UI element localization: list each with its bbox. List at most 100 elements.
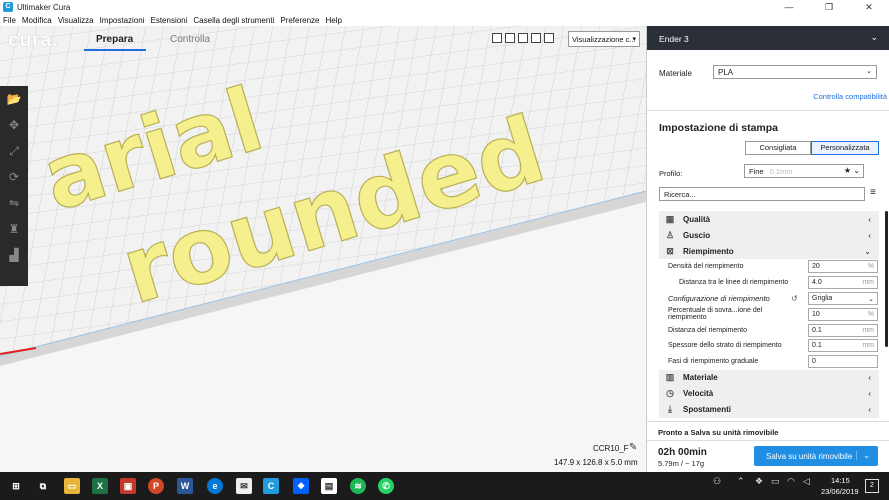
category-quality[interactable]: ▦ Qualità ‹ [659, 211, 879, 227]
support-blocker-icon[interactable]: ▟ [0, 242, 28, 268]
clock-time[interactable]: 14:15 [831, 476, 850, 485]
task-view-icon[interactable]: ⧉ [35, 478, 51, 494]
per-model-settings-icon[interactable]: ♜ [0, 216, 28, 242]
3d-view-icon[interactable] [492, 33, 502, 43]
cura-logo: cura. [8, 30, 59, 51]
gradual-infill-steps-field[interactable]: 0 [808, 355, 878, 369]
settings-list: ▦ Qualità ‹ ♙ Guscio ‹ ⊠ Riempimento ⌄ D… [659, 211, 879, 418]
category-infill[interactable]: ⊠ Riempimento ⌄ [659, 243, 879, 259]
menu-settings[interactable]: Impostazioni [100, 16, 145, 25]
tab-prepare[interactable]: Prepara [96, 34, 133, 45]
setting-infill-wipe-distance: Distanza del riempimento 0.1 mm [659, 322, 879, 338]
title-bar: C Ultimaker Cura — ❐ ✕ [0, 0, 889, 14]
dropbox-tray-icon[interactable]: ❖ [755, 476, 763, 487]
infill-density-field[interactable]: 20% [808, 260, 878, 274]
chevron-up-icon[interactable]: ⌃ [737, 476, 745, 487]
menu-help[interactable]: Help [325, 16, 341, 25]
setting-infill-pattern: Configurazione di riempimento ↺ Griglia ⌄ [659, 291, 879, 307]
quality-icon: ▦ [665, 213, 675, 224]
word-icon[interactable]: W [177, 478, 193, 494]
material-usage: 5.79m / ~ 17g [658, 459, 705, 468]
check-compatibility-link[interactable]: Controlla compatibilità [813, 92, 887, 101]
travel-icon: ⤓ [668, 404, 672, 415]
category-speed[interactable]: ◷ Velocità ‹ [659, 385, 879, 402]
front-view-icon[interactable] [505, 33, 515, 43]
settings-search-input[interactable]: Ricerca... [659, 187, 865, 201]
tab-monitor[interactable]: Controlla [170, 34, 210, 45]
setting-infill-layer-thickness: Spessore dello strato di riempimento 0.1… [659, 338, 879, 354]
minimize-button[interactable]: — [769, 0, 809, 14]
printer-selector[interactable]: Ender 3 ⌄ [647, 26, 889, 50]
menu-preferences[interactable]: Preferenze [280, 16, 319, 25]
camera-view-buttons [492, 33, 554, 43]
mail-icon[interactable]: ✉ [236, 478, 252, 494]
people-icon[interactable]: ⚇ [713, 476, 721, 487]
view-type-select[interactable]: Visualizzazione c... ▾ [568, 31, 640, 47]
file-explorer-icon[interactable]: ▭ [64, 478, 80, 494]
scale-tool-icon[interactable]: ⤢ [0, 138, 28, 164]
infill-icon: ⊠ [666, 245, 674, 256]
menu-view[interactable]: Visualizza [58, 16, 94, 25]
category-shell[interactable]: ♙ Guscio ‹ [659, 227, 879, 243]
custom-mode-button[interactable]: Personalizzata [811, 141, 879, 155]
settings-scrollbar[interactable] [885, 211, 888, 347]
gift-app-icon[interactable]: ▣ [120, 478, 136, 494]
infill-line-distance-field[interactable]: 4.0 mm [808, 276, 878, 290]
excel-icon[interactable]: X [92, 478, 108, 494]
close-button[interactable]: ✕ [849, 0, 889, 14]
category-travel[interactable]: ⤓ Spostamenti ‹ [659, 401, 879, 418]
left-view-icon[interactable] [531, 33, 541, 43]
infill-overlap-field[interactable]: 10% [808, 307, 878, 321]
menu-bar: File Modifica Visualizza Impostazioni Es… [0, 14, 889, 26]
chevron-down-icon[interactable]: ⌄ [856, 451, 870, 460]
open-file-icon[interactable]: 📂 [0, 86, 28, 112]
cura-taskbar-icon[interactable]: C [263, 478, 279, 494]
rotate-tool-icon[interactable]: ⟳ [0, 164, 28, 190]
settings-menu-icon[interactable]: ≡ [870, 187, 876, 198]
chevron-down-icon: ⌄ [866, 68, 872, 75]
top-view-icon[interactable] [518, 33, 528, 43]
spotify-icon[interactable]: ≋ [350, 478, 366, 494]
print-setup-title: Impostazione di stampa [659, 122, 779, 134]
star-icon: ★ [843, 166, 852, 175]
edge-icon[interactable]: e [207, 478, 223, 494]
clock-date[interactable]: 23/06/2019 [821, 487, 859, 496]
chevron-left-icon: ‹ [868, 230, 871, 240]
notifications-icon[interactable]: 2 [865, 479, 879, 493]
recommended-mode-button[interactable]: Consigliata [745, 141, 811, 155]
wifi-icon[interactable]: ◠ [787, 476, 795, 487]
setting-infill-line-distance: Distanza tra le linee di riempimento 4.0… [659, 275, 879, 291]
infill-wipe-distance-field[interactable]: 0.1 mm [808, 323, 878, 337]
windows-start-icon[interactable]: ⊞ [8, 478, 24, 494]
infill-pattern-select[interactable]: Griglia ⌄ [808, 291, 878, 305]
mirror-tool-icon[interactable]: ⇋ [0, 190, 28, 216]
cura-app-icon: C [3, 2, 13, 12]
chevron-down-icon: ⌄ [853, 166, 860, 175]
slice-status-text: Pronto a Salva su unità rimovibile [658, 428, 779, 437]
menu-extensions[interactable]: Estensioni [150, 16, 187, 25]
powerpoint-icon[interactable]: P [148, 478, 164, 494]
edit-name-icon[interactable]: ✎ [629, 442, 637, 453]
move-tool-icon[interactable]: ✥ [0, 112, 28, 138]
build-plate-scene: arial rounded [0, 26, 646, 472]
menu-toolbox[interactable]: Casella degli strumenti [193, 16, 274, 25]
maximize-button[interactable]: ❐ [809, 0, 849, 14]
material-select[interactable]: PLA ⌄ [713, 65, 877, 79]
whatsapp-icon[interactable]: ✆ [378, 478, 394, 494]
menu-edit[interactable]: Modifica [22, 16, 52, 25]
volume-icon[interactable]: ◁ [803, 476, 810, 487]
category-material[interactable]: ▥ Materiale ‹ [659, 369, 879, 386]
print-time: 02h 00min [658, 447, 707, 458]
dropbox-icon[interactable]: ❖ [293, 478, 309, 494]
windows-taskbar: ⊞ ⧉ ▭ X ▣ P W e ✉ C ❖ ▤ ≋ ✆ ⚇ ⌃ ❖ ▭ ◠ ◁ … [0, 472, 889, 500]
infill-layer-thickness-field[interactable]: 0.1 mm [808, 339, 878, 353]
right-view-icon[interactable] [544, 33, 554, 43]
reset-icon[interactable]: ↺ [791, 294, 798, 303]
chevron-left-icon: ‹ [868, 389, 871, 399]
menu-file[interactable]: File [3, 16, 16, 25]
document-icon[interactable]: ▤ [321, 478, 337, 494]
save-to-removable-button[interactable]: Salva su unità rimovibile ⌄ [754, 446, 878, 466]
3d-viewport[interactable]: arial rounded 📂 ✥ ⤢ ⟳ ⇋ ♜ ▟ [0, 26, 646, 472]
battery-icon[interactable]: ▭ [771, 476, 780, 487]
profile-select[interactable]: Fine 0.1mm ★ ⌄ [744, 164, 864, 178]
